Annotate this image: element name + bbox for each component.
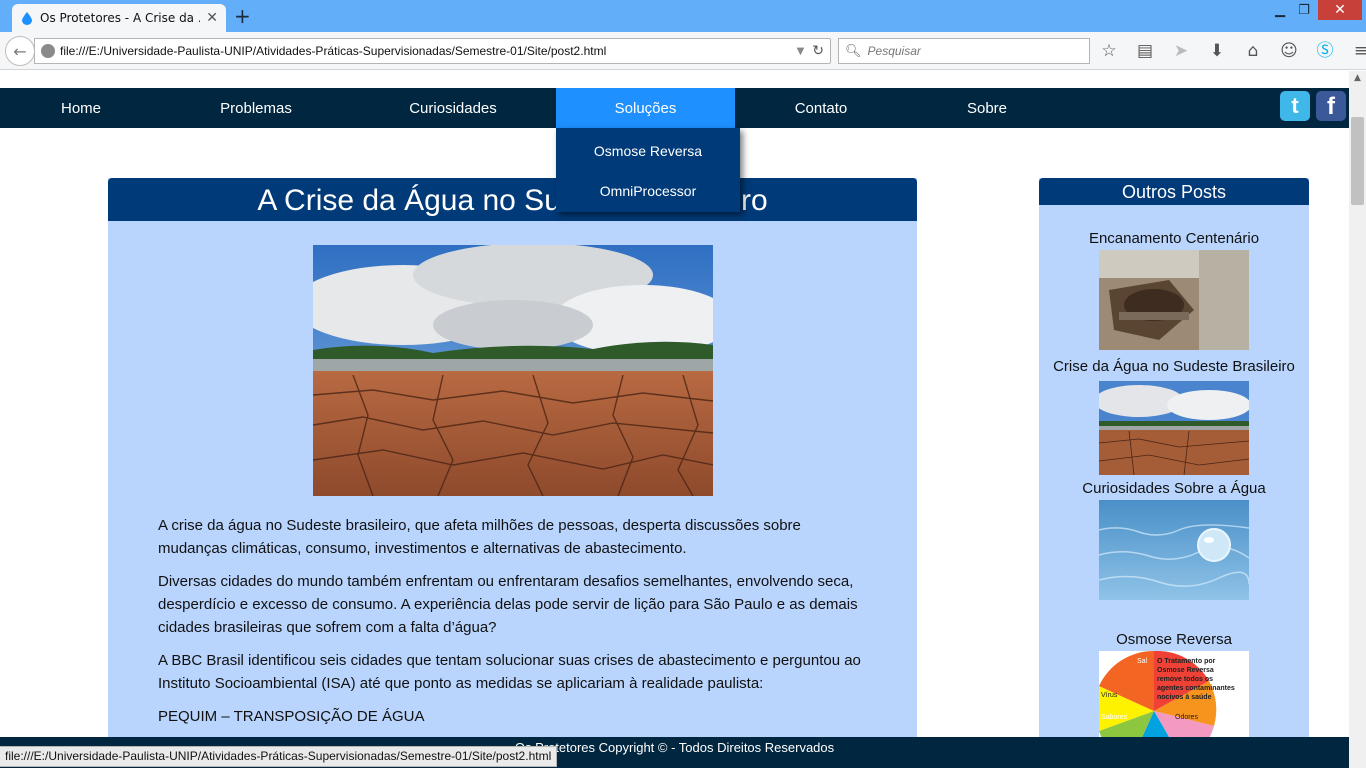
search-icon: 🔍︎ [845,43,862,59]
post-link-curiosidades[interactable]: Curiosidades Sobre a Água [1039,480,1309,497]
drought-thumbnail[interactable] [1099,378,1249,478]
status-bar-url: file:///E:/Universidade-Paulista-UNIP/At… [0,746,558,767]
toolbar-icons: ☆ ▤ ➤ ⬇ ⌂ ☺ Ⓢ ≡ [1098,40,1366,62]
solucoes-dropdown: Osmose Reversa OmniProcessor [556,128,740,212]
tab-title: Os Protetores - A Crise da ... [40,11,201,25]
url-text: file:///E:/Universidade-Paulista-UNIP/At… [60,44,607,58]
menu-icon[interactable]: ≡ [1350,40,1366,62]
article-body: A crise da água no Sudeste brasileiro, q… [158,514,868,738]
send-icon[interactable]: ➤ [1170,40,1192,62]
plus-icon[interactable]: + [234,5,251,27]
nav-problemas[interactable]: Problemas [196,88,316,128]
nav-curiosidades[interactable]: Curiosidades [393,88,513,128]
facebook-icon[interactable]: f [1316,91,1346,121]
scroll-up-arrow-icon[interactable]: ▲ [1349,73,1366,83]
star-icon[interactable]: ☆ [1098,40,1120,62]
reload-icon[interactable]: ↻ [812,43,824,59]
nav-sobre[interactable]: Sobre [942,88,1032,128]
site-nav: Home Problemas Curiosidades Soluções Con… [0,88,1349,128]
arrow-left-icon: ← [13,41,27,61]
paragraph: Diversas cidades do mundo também enfrent… [158,573,858,636]
back-button[interactable]: ← [5,36,35,66]
home-icon[interactable]: ⌂ [1242,40,1264,62]
drought-reservoir-image [313,245,713,496]
url-bar[interactable]: file:///E:/Universidade-Paulista-UNIP/At… [34,38,831,64]
svg-text:agentes contaminantes: agentes contaminantes [1157,685,1235,692]
water-drop-icon [22,11,32,25]
reading-list-icon[interactable]: ▤ [1134,40,1156,62]
search-placeholder: Pesquisar [867,44,921,58]
vertical-scrollbar[interactable]: ▲ [1349,71,1366,768]
svg-text:Vírus: Vírus [1101,692,1118,699]
post-link-crise[interactable]: Crise da Água no Sudeste Brasileiro [1039,358,1309,375]
other-posts-sidebar: Outros Posts Encanamento Centenário Cris… [1039,178,1309,768]
dropdown-osmose-reversa[interactable]: Osmose Reversa [556,128,740,168]
svg-text:Sabores: Sabores [1101,714,1128,721]
water-sphere-thumbnail[interactable] [1099,500,1249,600]
page-viewport: Home Problemas Curiosidades Soluções Con… [0,71,1349,768]
nav-solucoes[interactable]: Soluções [556,88,735,128]
browser-navbar: ← file:///E:/Universidade-Paulista-UNIP/… [0,32,1366,70]
post-link-osmose[interactable]: Osmose Reversa [1039,631,1309,648]
svg-text:Sal: Sal [1137,658,1148,665]
minimize-button[interactable]: ▁ [1268,0,1292,20]
globe-icon [41,44,55,58]
scrollbar-thumb[interactable] [1351,117,1364,205]
svg-text:remove todos os: remove todos os [1157,676,1213,683]
svg-text:Odores: Odores [1175,714,1198,721]
browser-titlebar: Os Protetores - A Crise da ... ✕ + ▁ ❐ ✕ [0,0,1366,32]
dropdown-omniprocessor[interactable]: OmniProcessor [556,168,740,208]
paragraph: A crise da água no Sudeste brasileiro, q… [158,517,801,557]
section-heading: PEQUIM – TRANSPOSIÇÃO DE ÁGUA [158,708,425,725]
maximize-button[interactable]: ❐ [1292,0,1316,20]
sidebar-title: Outros Posts [1039,178,1309,205]
twitter-icon[interactable]: t [1280,91,1310,121]
search-input[interactable]: 🔍︎ Pesquisar [838,38,1090,64]
post-link-encanamento[interactable]: Encanamento Centenário [1039,230,1309,247]
browser-tab[interactable]: Os Protetores - A Crise da ... ✕ [12,4,226,32]
chat-icon[interactable]: ☺ [1278,40,1300,62]
chevron-down-icon[interactable]: ▼ [797,46,805,57]
pipe-excavation-thumbnail[interactable] [1099,250,1249,350]
article-title: A Crise da Água no Sudeste Brasileiro [108,178,917,221]
skype-icon[interactable]: Ⓢ [1314,40,1336,62]
download-icon[interactable]: ⬇ [1206,40,1228,62]
svg-text:Osmose Reversa: Osmose Reversa [1157,667,1214,674]
nav-home[interactable]: Home [40,88,122,128]
svg-text:nocivos à saúde: nocivos à saúde [1157,694,1212,701]
close-tab-icon[interactable]: ✕ [206,10,218,26]
svg-text:O Tratamento por: O Tratamento por [1157,658,1216,665]
article-panel: A Crise da Água no Sudeste Brasileiro A … [108,178,917,768]
nav-contato[interactable]: Contato [766,88,876,128]
paragraph: A BBC Brasil identificou seis cidades qu… [158,652,861,692]
close-window-button[interactable]: ✕ [1318,0,1362,20]
